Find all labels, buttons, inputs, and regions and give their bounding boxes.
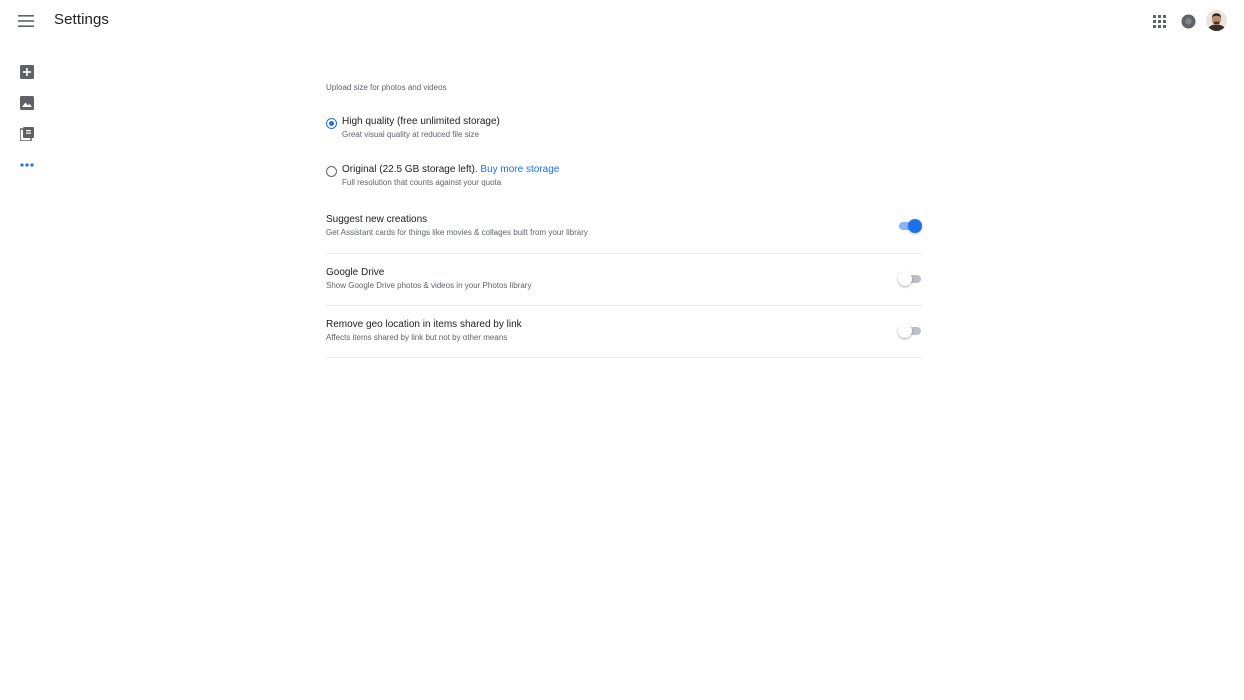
avatar[interactable] [1206,10,1227,31]
google-drive-toggle[interactable] [898,272,922,286]
divider [326,357,922,358]
option-description: Full resolution that counts against your… [342,178,502,187]
suggest-creations-toggle[interactable] [898,219,922,233]
add-photo-icon[interactable] [15,60,39,84]
library-icon[interactable] [15,122,39,146]
divider [326,253,922,254]
buy-more-storage-link[interactable]: Buy more storage [480,164,559,175]
setting-title: Remove geo location in items shared by l… [326,319,522,330]
top-bar: Settings [0,0,1244,42]
notifications-icon[interactable] [1177,10,1199,32]
setting-title: Suggest new creations [326,214,428,225]
setting-description: Get Assistant cards for things like movi… [326,228,588,237]
radio-original[interactable] [326,166,337,177]
page-title: Settings [54,11,109,28]
remove-geo-toggle[interactable] [898,324,922,338]
option-description: Great visual quality at reduced file siz… [342,130,479,139]
setting-description: Affects items shared by link but not by … [326,333,508,342]
menu-icon[interactable] [14,9,38,33]
more-horiz-icon[interactable] [15,153,39,177]
photos-icon[interactable] [15,91,39,115]
divider [326,305,922,306]
apps-grid-icon[interactable] [1148,10,1170,32]
section-title: Upload size for photos and videos [326,83,447,92]
option-label-text: Original (22.5 GB storage left). [342,164,478,175]
option-label: Original (22.5 GB storage left). Buy mor… [342,164,559,175]
radio-high-quality[interactable] [326,118,337,129]
setting-description: Show Google Drive photos & videos in you… [326,281,532,290]
option-label: High quality (free unlimited storage) [342,116,500,127]
setting-title: Google Drive [326,267,385,278]
